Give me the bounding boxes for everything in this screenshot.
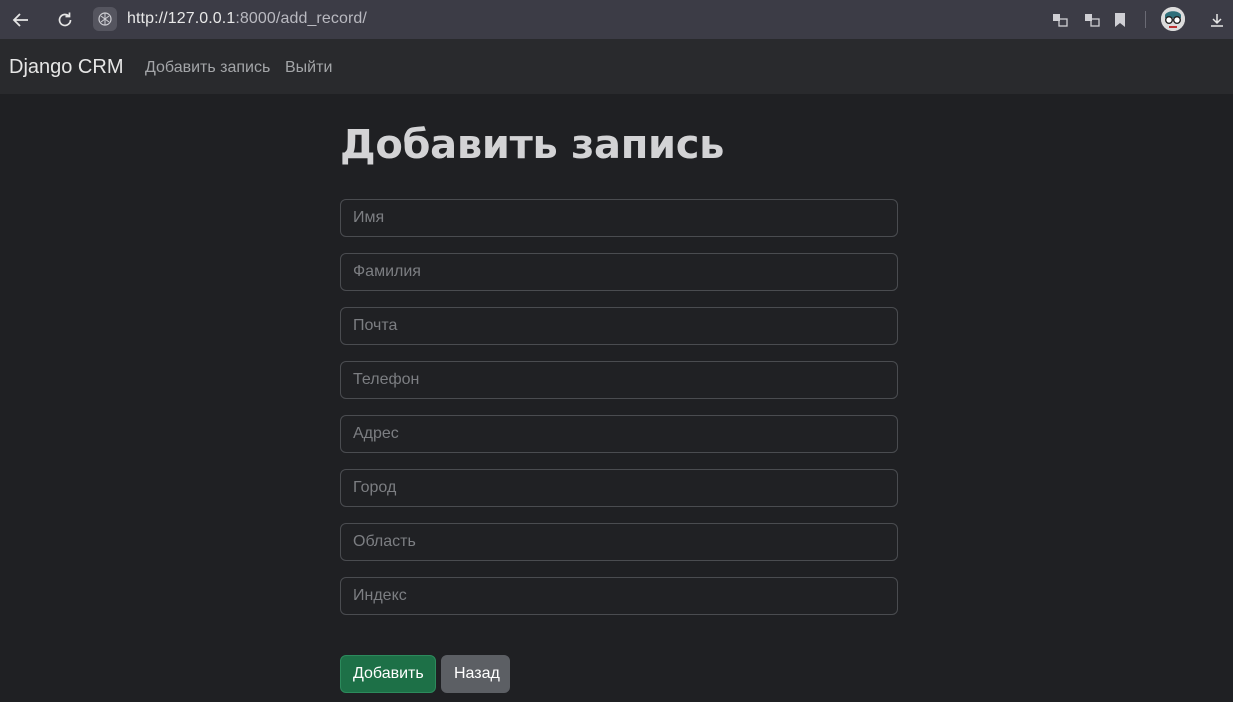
navbar: Django CRM Добавить запись Выйти <box>0 39 1233 94</box>
back-button[interactable]: Назад <box>441 655 510 693</box>
region-field[interactable] <box>340 523 898 561</box>
address-field[interactable] <box>340 415 898 453</box>
back-arrow-icon[interactable] <box>8 7 34 33</box>
toolbar-divider <box>1145 11 1146 28</box>
email-field[interactable] <box>340 307 898 345</box>
first-name-field[interactable] <box>340 199 898 237</box>
brand-link[interactable]: Django CRM <box>9 56 123 79</box>
reload-icon[interactable] <box>52 7 78 33</box>
last-name-field[interactable] <box>340 253 898 291</box>
browser-toolbar: http://127.0.0.1:8000/add_record/ <box>0 0 1233 39</box>
address-bar[interactable]: http://127.0.0.1:8000/add_record/ <box>127 10 367 28</box>
translate-alt-icon[interactable] <box>1080 8 1104 32</box>
url-host: http://127.0.0.1 <box>127 10 236 27</box>
nav-link-add-record[interactable]: Добавить запись <box>145 59 270 77</box>
nav-link-logout[interactable]: Выйти <box>285 59 332 77</box>
page-title: Добавить запись <box>340 122 725 168</box>
city-field[interactable] <box>340 469 898 507</box>
phone-field[interactable] <box>340 361 898 399</box>
translate-icon[interactable] <box>1048 8 1072 32</box>
site-info-icon[interactable] <box>93 7 117 31</box>
bookmark-icon[interactable] <box>1108 8 1132 32</box>
zipcode-field[interactable] <box>340 577 898 615</box>
profile-avatar-icon[interactable] <box>1161 7 1185 31</box>
url-path: :8000/add_record/ <box>235 10 367 27</box>
download-icon[interactable] <box>1205 8 1229 32</box>
add-button[interactable]: Добавить <box>340 655 436 693</box>
